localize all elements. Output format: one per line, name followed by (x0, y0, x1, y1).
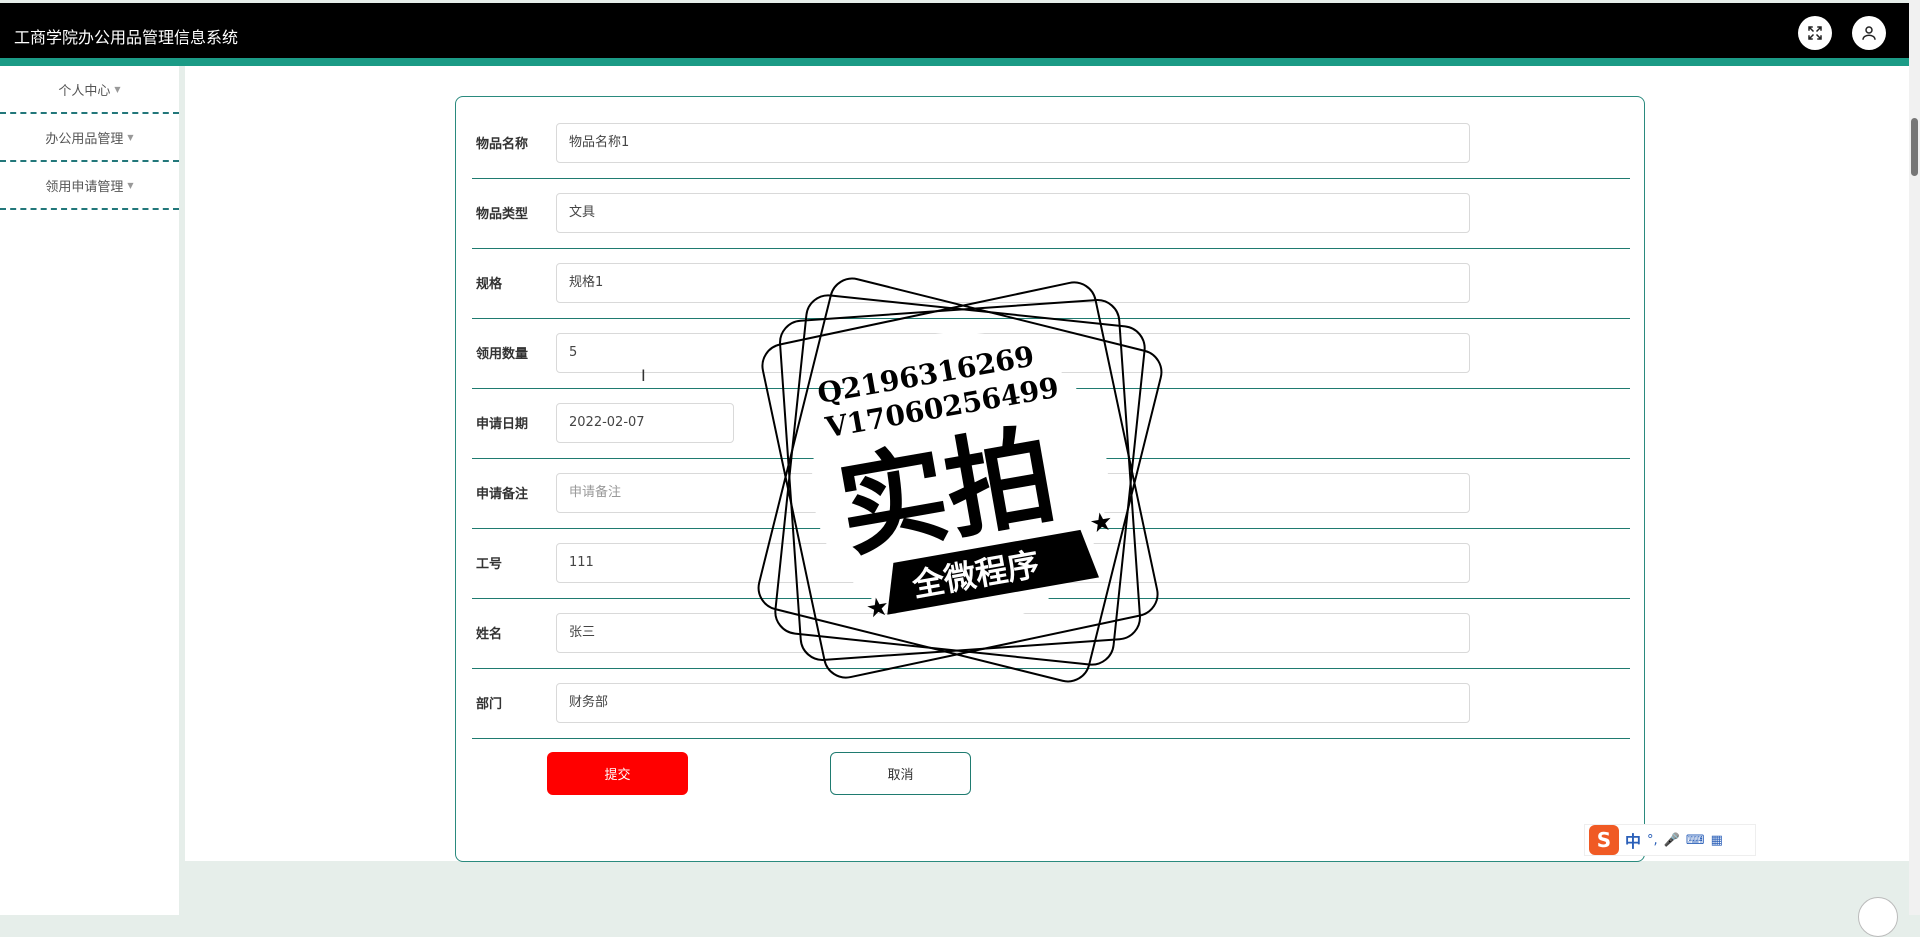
submit-button[interactable]: 提交 (547, 752, 688, 795)
sidebar-item-label: 领用申请管理 (45, 179, 124, 195)
keyboard-icon[interactable]: ⌨ (1686, 833, 1705, 848)
form-row-remark: 申请备注 申请备注 (472, 459, 1630, 529)
caret-down-icon: ▼ (127, 132, 134, 142)
app-title: 工商学院办公用品管理信息系统 (14, 28, 239, 47)
sidebar-item-office-supplies[interactable]: 办公用品管理 ▼ (0, 114, 179, 162)
expand-icon (1808, 26, 1822, 40)
sidebar-item-personal-center[interactable]: 个人中心 ▼ (0, 66, 179, 114)
spec-input[interactable]: 规格1 (556, 263, 1470, 303)
ime-toolbar: S 中 °, 🎤 ⌨ ▦ (1584, 824, 1756, 856)
scroll-thumb[interactable] (1911, 118, 1918, 176)
top-bar (0, 3, 1909, 58)
fullscreen-button[interactable] (1798, 16, 1832, 50)
field-label: 物品类型 (476, 207, 529, 222)
top-bar-accent (0, 58, 1909, 66)
form-row-item-type: 物品类型 文具 (472, 179, 1630, 249)
field-label: 物品名称 (476, 137, 529, 152)
item-type-input[interactable]: 文具 (556, 193, 1470, 233)
employee-id-input[interactable]: 111 (556, 543, 1470, 583)
field-label: 申请备注 (476, 487, 529, 502)
form-row-employee-id: 工号 111 (472, 529, 1630, 599)
field-label: 规格 (476, 277, 503, 292)
sidebar-item-label: 个人中心 (58, 83, 111, 99)
sidebar-item-label: 办公用品管理 (45, 131, 124, 147)
name-input[interactable]: 张三 (556, 613, 1470, 653)
form-card: 物品名称 物品名称1 物品类型 文具 规格 规格1 领用数量 5 申请日期 20… (455, 96, 1645, 862)
date-input[interactable]: 2022-02-07 (556, 403, 734, 443)
remark-input[interactable]: 申请备注 (556, 473, 1470, 513)
form-row-spec: 规格 规格1 (472, 249, 1630, 319)
field-label: 领用数量 (476, 347, 529, 362)
field-label: 申请日期 (476, 417, 529, 432)
caret-down-icon: ▼ (127, 180, 134, 190)
sidebar-item-requisitions[interactable]: 领用申请管理 ▼ (0, 162, 179, 210)
ime-logo[interactable]: S (1589, 825, 1619, 855)
quantity-input[interactable]: 5 (556, 333, 1470, 373)
cancel-button[interactable]: 取消 (830, 752, 971, 795)
form-row-name: 姓名 张三 (472, 599, 1630, 669)
form-row-department: 部门 财务部 (472, 669, 1630, 739)
item-name-input[interactable]: 物品名称1 (556, 123, 1470, 163)
corner-button[interactable] (1858, 897, 1898, 937)
sidebar: 个人中心 ▼ 办公用品管理 ▼ 领用申请管理 ▼ (0, 66, 179, 915)
department-input[interactable]: 财务部 (556, 683, 1470, 723)
microphone-icon[interactable]: 🎤 (1664, 833, 1680, 848)
field-label: 部门 (476, 697, 503, 712)
form-row-date: 申请日期 2022-02-07 (472, 389, 1630, 459)
user-icon (1862, 26, 1876, 40)
ime-punct[interactable]: °, (1647, 833, 1658, 848)
user-button[interactable] (1852, 16, 1886, 50)
field-label: 姓名 (476, 627, 503, 642)
apps-grid-icon[interactable]: ▦ (1711, 833, 1723, 848)
form-row-item-name: 物品名称 物品名称1 (472, 109, 1630, 179)
caret-down-icon: ▼ (114, 84, 121, 94)
field-label: 工号 (476, 557, 503, 572)
page-scrollbar[interactable] (1909, 0, 1920, 915)
text-cursor-icon: I (641, 366, 646, 385)
ime-mode[interactable]: 中 (1625, 828, 1641, 852)
